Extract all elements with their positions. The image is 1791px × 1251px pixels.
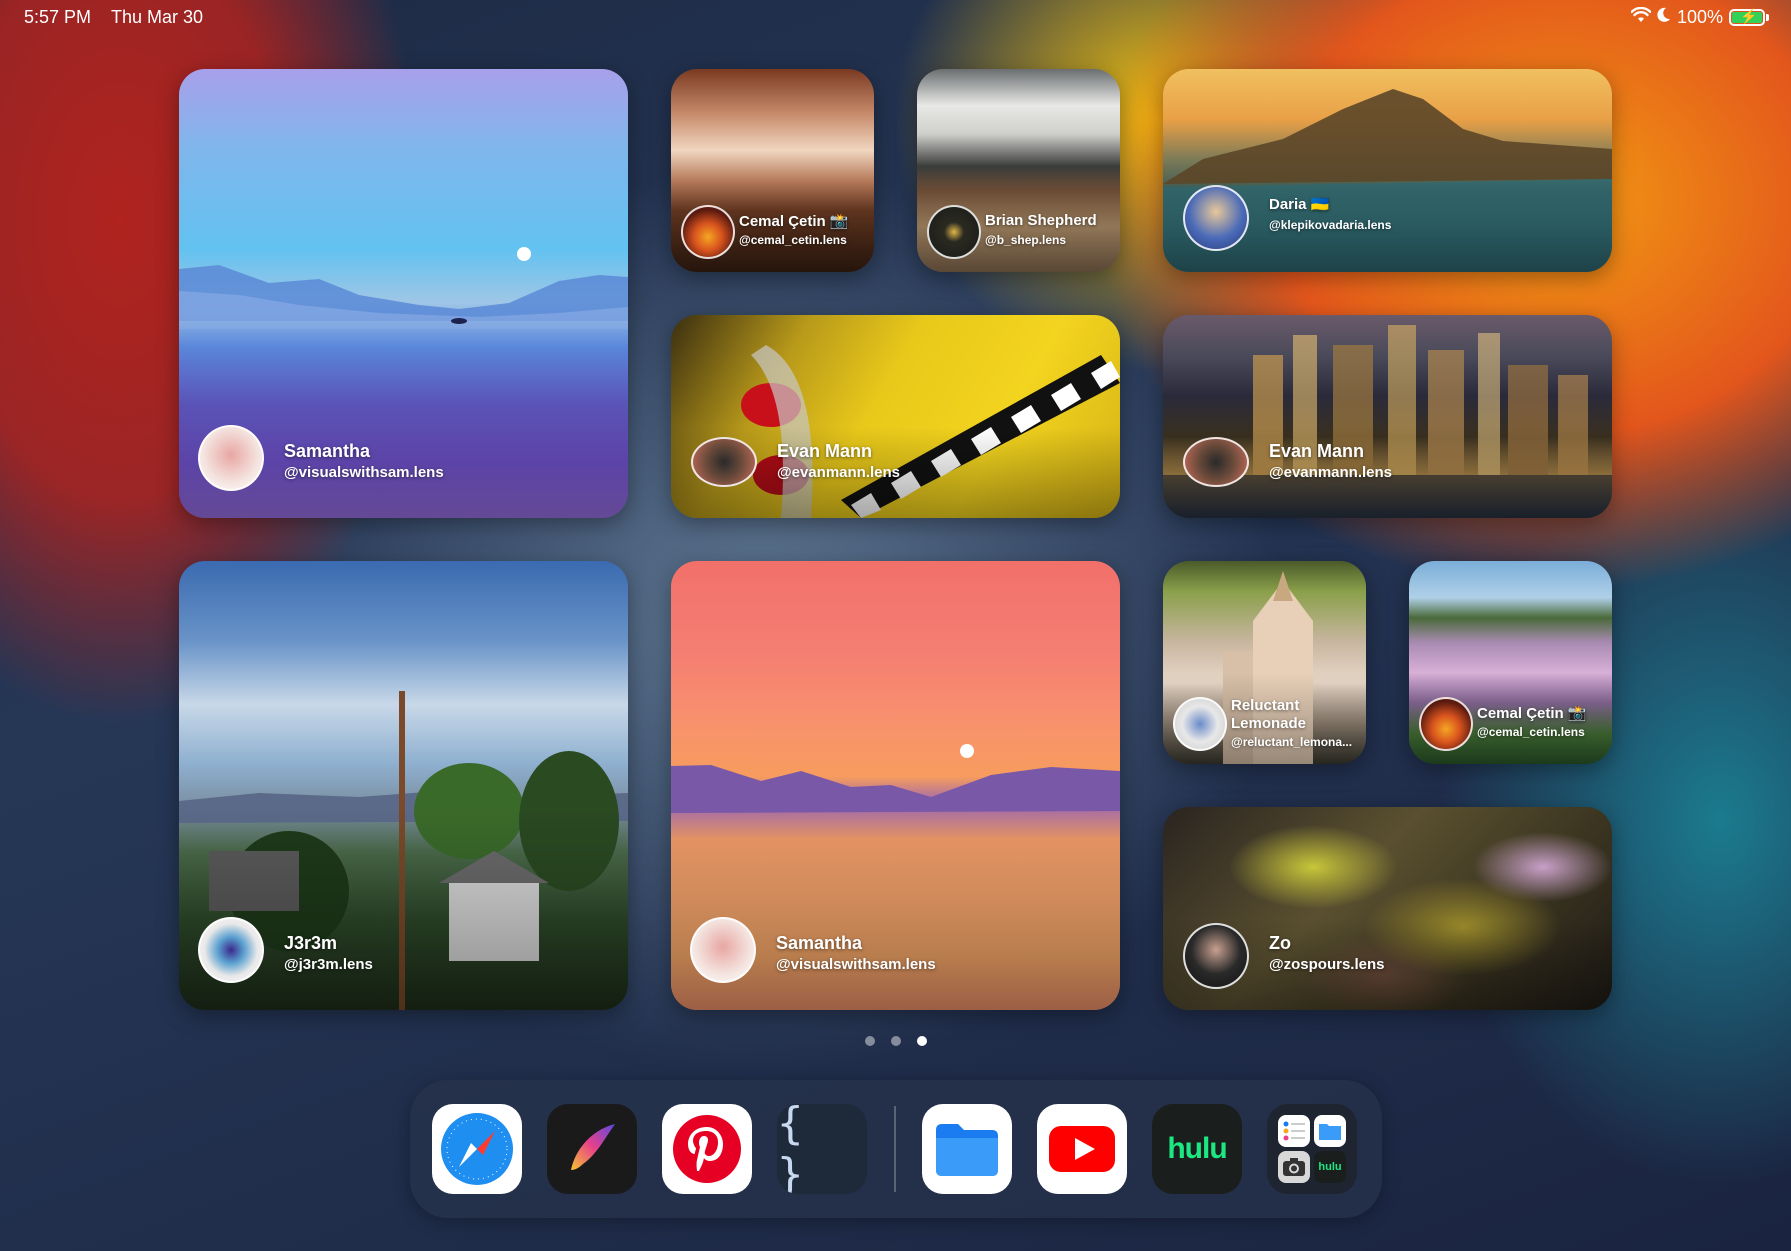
safari-app-icon[interactable] — [432, 1104, 522, 1194]
page-indicator[interactable] — [0, 1036, 1791, 1046]
youtube-app-icon[interactable] — [1037, 1104, 1127, 1194]
hulu-app-icon[interactable]: hulu — [1152, 1104, 1242, 1194]
avatar — [198, 917, 264, 983]
camera-mini-icon — [1278, 1151, 1310, 1183]
procreate-app-icon[interactable] — [547, 1104, 637, 1194]
avatar — [1173, 697, 1227, 751]
widget-username: Samantha — [284, 441, 371, 461]
dock: { } hulu hulu — [410, 1080, 1382, 1218]
widget-username: Evan Mann — [1269, 441, 1365, 461]
page-dot[interactable] — [890, 1036, 901, 1046]
widget-username: Zo — [1269, 933, 1291, 953]
battery-cap — [1766, 14, 1769, 21]
battery-percent: 100% — [1676, 7, 1723, 27]
status-bar: 5:57 PM Thu Mar 30 100% ⚡ — [0, 0, 1791, 34]
avatar — [1183, 185, 1249, 251]
widget-handle: @visualswithsam.lens — [284, 464, 444, 481]
photo-widget-zo-fluid-art[interactable]: Zo @zospours.lens — [1163, 807, 1612, 1010]
page-dot-active[interactable] — [916, 1036, 927, 1046]
battery-charging-icon: ⚡ — [1729, 8, 1765, 26]
moon-icon — [1657, 7, 1671, 28]
photo-widget-daria-mountains[interactable]: Daria 🇺🇦 @klepikovadaria.lens — [1163, 69, 1612, 272]
status-right: 100% ⚡ — [1630, 6, 1769, 28]
avatar — [1419, 697, 1473, 751]
app-library-icon[interactable]: hulu — [1267, 1104, 1357, 1194]
widget-username: Evan Mann — [777, 441, 873, 461]
photo-widget-evan-city[interactable]: Evan Mann @evanmann.lens — [1163, 315, 1612, 518]
avatar — [690, 917, 756, 983]
avatar — [198, 425, 264, 491]
photo-widget-samantha-blue[interactable]: Samantha @visualswithsam.lens — [179, 69, 628, 518]
photo-widget-cemal-harbor[interactable]: Cemal Çetin 📸 @cemal_cetin.lens — [671, 69, 874, 272]
photo-widget-j3r3m-view[interactable]: J3r3m @j3r3m.lens — [179, 561, 628, 1010]
widget-username: Brian Shepherd — [985, 212, 1097, 229]
files-app-icon[interactable] — [922, 1104, 1012, 1194]
photo-widget-reluctant-building[interactable]: Reluctant Lemonade @reluctant_lemona... — [1163, 561, 1366, 764]
hulu-mini-icon: hulu — [1314, 1151, 1346, 1183]
widget-handle: @evanmann.lens — [1269, 464, 1393, 481]
widget-handle: @b_shep.lens — [985, 233, 1067, 247]
widget-username: Cemal Çetin 📸 — [739, 213, 849, 230]
widget-username: J3r3m — [284, 933, 338, 953]
widget-handle: @j3r3m.lens — [284, 956, 373, 973]
avatar — [1183, 437, 1249, 487]
widget-username: Daria 🇺🇦 — [1269, 196, 1330, 213]
app-library-grid: hulu — [1274, 1111, 1350, 1187]
page-dot[interactable] — [864, 1036, 875, 1046]
dock-divider — [894, 1106, 896, 1192]
photo-widget-evan-taxi[interactable]: Evan Mann @evanmann.lens — [671, 315, 1120, 518]
avatar — [927, 205, 981, 259]
widget-handle: @visualswithsam.lens — [776, 956, 936, 973]
files-mini-icon — [1314, 1115, 1346, 1147]
hulu-logo: hulu — [1167, 1132, 1227, 1165]
widget-username: Reluctant Lemonade — [1231, 697, 1307, 732]
photo-widget-cemal-flowers[interactable]: Cemal Çetin 📸 @cemal_cetin.lens — [1409, 561, 1612, 764]
avatar — [691, 437, 757, 487]
scriptable-app-icon[interactable]: { } — [777, 1104, 867, 1194]
widget-handle: @reluctant_lemona... — [1231, 735, 1353, 749]
wifi-icon — [1630, 6, 1652, 28]
status-date: Thu Mar 30 — [111, 7, 204, 27]
widget-handle: @zospours.lens — [1269, 956, 1385, 973]
reminders-mini-icon — [1278, 1115, 1310, 1147]
photo-widget-samantha-sunset[interactable]: Samantha @visualswithsam.lens — [671, 561, 1120, 1010]
status-time: 5:57 PM — [24, 7, 92, 27]
avatar — [681, 205, 735, 259]
widget-handle: @klepikovadaria.lens — [1269, 218, 1392, 232]
pinterest-app-icon[interactable] — [662, 1104, 752, 1194]
widget-handle: @cemal_cetin.lens — [739, 233, 847, 247]
avatar — [1183, 923, 1249, 989]
widget-username: Samantha — [776, 933, 863, 953]
photo-widget-brian-beach[interactable]: Brian Shepherd @b_shep.lens — [917, 69, 1120, 272]
widget-username: Cemal Çetin 📸 — [1477, 705, 1587, 722]
widget-handle: @evanmann.lens — [777, 464, 901, 481]
widget-handle: @cemal_cetin.lens — [1477, 725, 1585, 739]
hulu-mini-label: hulu — [1318, 1161, 1342, 1173]
curly-braces-icon: { } — [777, 1104, 810, 1194]
